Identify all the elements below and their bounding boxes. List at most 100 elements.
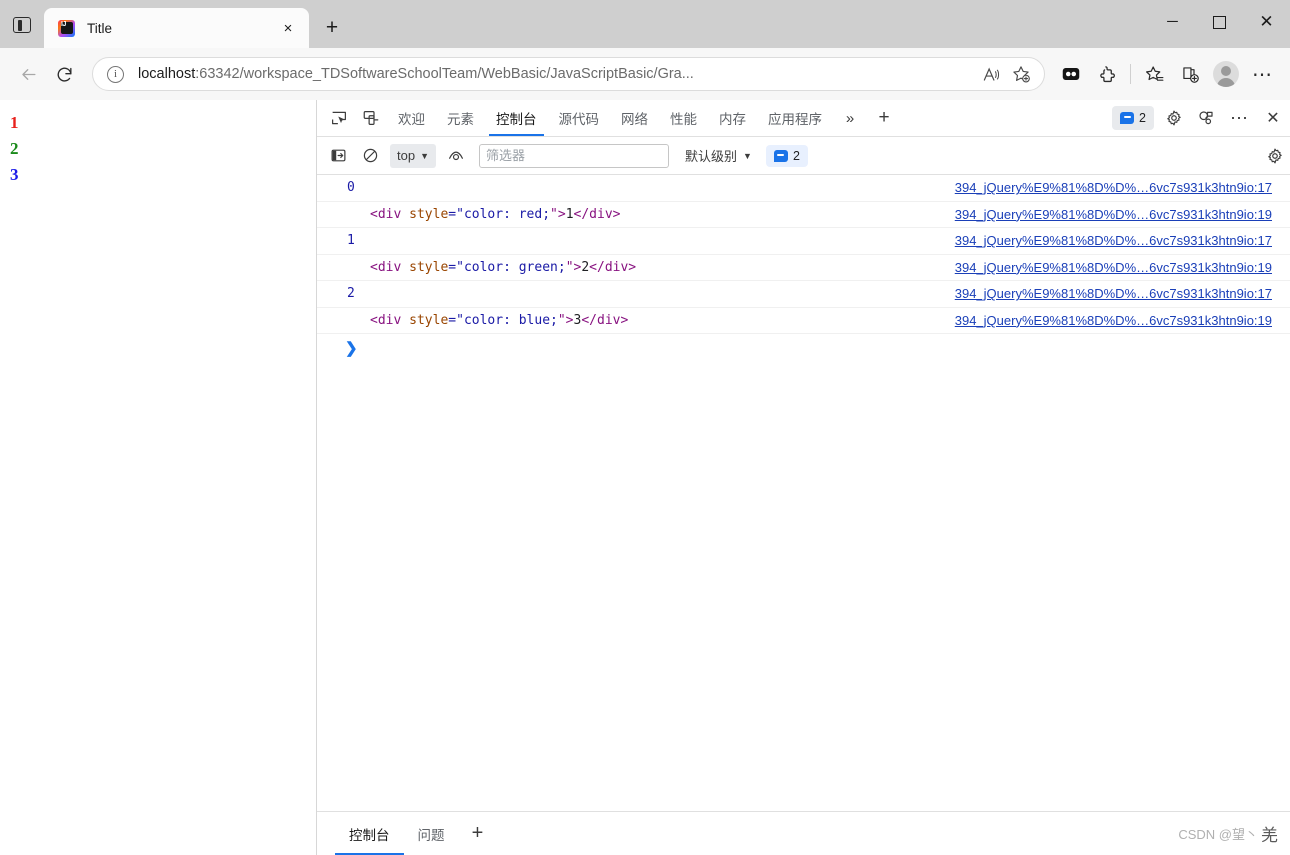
page-line-3: 3 xyxy=(10,165,19,184)
console-filter-input[interactable] xyxy=(479,143,669,168)
profile-avatar[interactable] xyxy=(1208,56,1244,92)
filterbar-issues-badge[interactable]: 2 xyxy=(765,144,808,167)
html-tag-close: </div> xyxy=(589,259,637,275)
gear-icon[interactable] xyxy=(1158,100,1190,136)
site-info-icon[interactable]: i xyxy=(107,65,124,83)
html-attr-eq: =" xyxy=(448,259,464,275)
console-message: 2 xyxy=(317,286,955,301)
split-screen-icon[interactable] xyxy=(1053,56,1089,92)
console-source-link[interactable]: 394_jQuery%E9%81%8D%D%…6vc7s931k3htn9io:… xyxy=(955,286,1272,301)
chevron-down-icon: ▼ xyxy=(420,150,429,161)
more-tabs-icon[interactable]: » xyxy=(833,100,867,136)
url-text: localhost:63342/workspace_TDSoftwareScho… xyxy=(138,66,976,82)
reload-button[interactable] xyxy=(46,56,82,92)
avatar xyxy=(1213,61,1239,87)
console-source-link[interactable]: 394_jQuery%E9%81%8D%D%…6vc7s931k3htn9io:… xyxy=(955,233,1272,248)
html-attr-name: style xyxy=(409,206,449,222)
tab-title: Title xyxy=(87,20,113,36)
window-controls: ─ ✕ xyxy=(1149,0,1290,44)
reload-icon xyxy=(57,67,72,82)
tabbar-spacer xyxy=(901,100,1108,136)
tab-close-icon[interactable]: × xyxy=(275,15,301,41)
console-source-link[interactable]: 394_jQuery%E9%81%8D%D%…6vc7s931k3htn9io:… xyxy=(955,180,1272,195)
browser-toolbar-icons: ⋯ xyxy=(1053,56,1280,92)
devtools-tab-memory[interactable]: 内存 xyxy=(708,100,757,136)
devtools-drawer-tabbar: 控制台 问题 + CSDN @望丶 羌 xyxy=(317,811,1290,855)
browser-settings-button[interactable]: ⋯ xyxy=(1244,56,1280,92)
close-window-button[interactable]: ✕ xyxy=(1243,0,1290,44)
extensions-icon[interactable] xyxy=(1089,56,1125,92)
navigation-bar: i localhost:63342/workspace_TDSoftwareSc… xyxy=(0,48,1290,100)
minimize-button[interactable]: ─ xyxy=(1149,0,1196,44)
html-attr-value: color: green; xyxy=(463,259,566,275)
console-row[interactable]: 1 394_jQuery%E9%81%8D%D%…6vc7s931k3htn9i… xyxy=(317,228,1290,255)
url-path: :63342/workspace_TDSoftwareSchoolTeam/We… xyxy=(195,66,694,82)
html-tag-close: </div> xyxy=(581,312,629,328)
sidebar-toggle-icon xyxy=(13,17,31,33)
console-settings-icon[interactable] xyxy=(1260,141,1290,171)
favorites-icon[interactable] xyxy=(1136,56,1172,92)
console-message: 1 xyxy=(317,233,955,248)
back-button[interactable] xyxy=(10,56,46,92)
browser-tab[interactable]: Title × xyxy=(44,8,309,48)
inspect-element-icon[interactable] xyxy=(323,100,355,136)
drawer-tab-issues[interactable]: 问题 xyxy=(404,812,459,855)
console-row[interactable]: <div style="color: green;">2</div> 394_j… xyxy=(317,255,1290,281)
log-levels-select[interactable]: 默认级别 ▼ xyxy=(685,146,752,165)
console-source-link[interactable]: 394_jQuery%E9%81%8D%D%…6vc7s931k3htn9io:… xyxy=(955,313,1272,328)
watermark-text: CSDN @望丶 xyxy=(1178,827,1258,842)
add-favorite-icon[interactable] xyxy=(1006,59,1036,89)
toolbar-divider xyxy=(1130,64,1131,84)
watermark-mark: 羌 xyxy=(1261,826,1278,845)
console-prompt[interactable]: ❯ xyxy=(317,334,1290,362)
devtools-tab-sources[interactable]: 源代码 xyxy=(548,100,611,136)
console-row[interactable]: 2 394_jQuery%E9%81%8D%D%…6vc7s931k3htn9i… xyxy=(317,281,1290,308)
devtools-tab-performance[interactable]: 性能 xyxy=(659,100,708,136)
new-tab-button[interactable]: + xyxy=(313,11,351,45)
issues-bubble-icon xyxy=(1120,112,1135,124)
console-row[interactable]: <div style="color: red;">1</div> 394_jQu… xyxy=(317,202,1290,228)
html-tag-open: <div xyxy=(370,259,402,275)
add-tab-button[interactable]: + xyxy=(867,100,901,136)
devtools-tab-welcome[interactable]: 欢迎 xyxy=(387,100,436,136)
devtools-tab-elements[interactable]: 元素 xyxy=(436,100,485,136)
csdn-watermark: CSDN @望丶 羌 xyxy=(1178,821,1278,846)
url-host: localhost xyxy=(138,66,196,82)
tab-actions-button[interactable] xyxy=(0,5,44,45)
issues-badge[interactable]: 2 xyxy=(1112,106,1154,130)
devtools-tabbar: 欢迎 元素 控制台 源代码 网络 性能 内存 应用程序 » + 2 ⋯ ✕ xyxy=(317,100,1290,137)
live-expression-icon[interactable] xyxy=(441,141,471,171)
execution-context-select[interactable]: top ▼ xyxy=(390,143,436,168)
drawer-tab-console[interactable]: 控制台 xyxy=(335,812,404,855)
console-row[interactable]: <div style="color: blue;">3</div> 394_jQ… xyxy=(317,308,1290,334)
device-toolbar-icon[interactable] xyxy=(355,100,387,136)
html-attr-close: "> xyxy=(550,206,566,222)
html-attr-close: "> xyxy=(557,312,574,328)
devtools-customize-icon[interactable] xyxy=(1190,100,1222,136)
html-attr-value: color: red; xyxy=(463,206,551,222)
issues-bubble-icon xyxy=(773,149,788,162)
clear-console-icon[interactable] xyxy=(355,141,385,171)
back-arrow-icon xyxy=(21,68,36,80)
console-source-link[interactable]: 394_jQuery%E9%81%8D%D%…6vc7s931k3htn9io:… xyxy=(955,260,1272,275)
collections-icon[interactable] xyxy=(1172,56,1208,92)
console-row[interactable]: 0 394_jQuery%E9%81%8D%D%…6vc7s931k3htn9i… xyxy=(317,175,1290,202)
devtools-tab-network[interactable]: 网络 xyxy=(610,100,659,136)
address-bar[interactable]: i localhost:63342/workspace_TDSoftwareSc… xyxy=(92,57,1045,91)
html-attr-eq: =" xyxy=(448,312,464,328)
devtools-more-options-button[interactable]: ⋯ xyxy=(1222,100,1256,136)
devtools-close-button[interactable]: ✕ xyxy=(1256,100,1290,136)
drawer-add-tab-button[interactable]: + xyxy=(459,812,497,855)
console-source-link[interactable]: 394_jQuery%E9%81%8D%D%…6vc7s931k3htn9io:… xyxy=(955,207,1272,222)
read-aloud-icon[interactable] xyxy=(976,59,1006,89)
maximize-button[interactable] xyxy=(1196,0,1243,44)
html-tag-open: <div xyxy=(370,206,402,222)
close-icon: ✕ xyxy=(1259,12,1274,31)
console-message-list[interactable]: 0 394_jQuery%E9%81%8D%D%…6vc7s931k3htn9i… xyxy=(317,175,1290,811)
devtools-tab-console[interactable]: 控制台 xyxy=(485,100,548,136)
console-sidebar-icon[interactable] xyxy=(323,141,353,171)
html-attr-name: style xyxy=(409,259,449,275)
console-number-value: 1 xyxy=(347,233,355,249)
html-attr-value: color: blue; xyxy=(463,312,558,328)
devtools-tab-application[interactable]: 应用程序 xyxy=(757,100,833,136)
